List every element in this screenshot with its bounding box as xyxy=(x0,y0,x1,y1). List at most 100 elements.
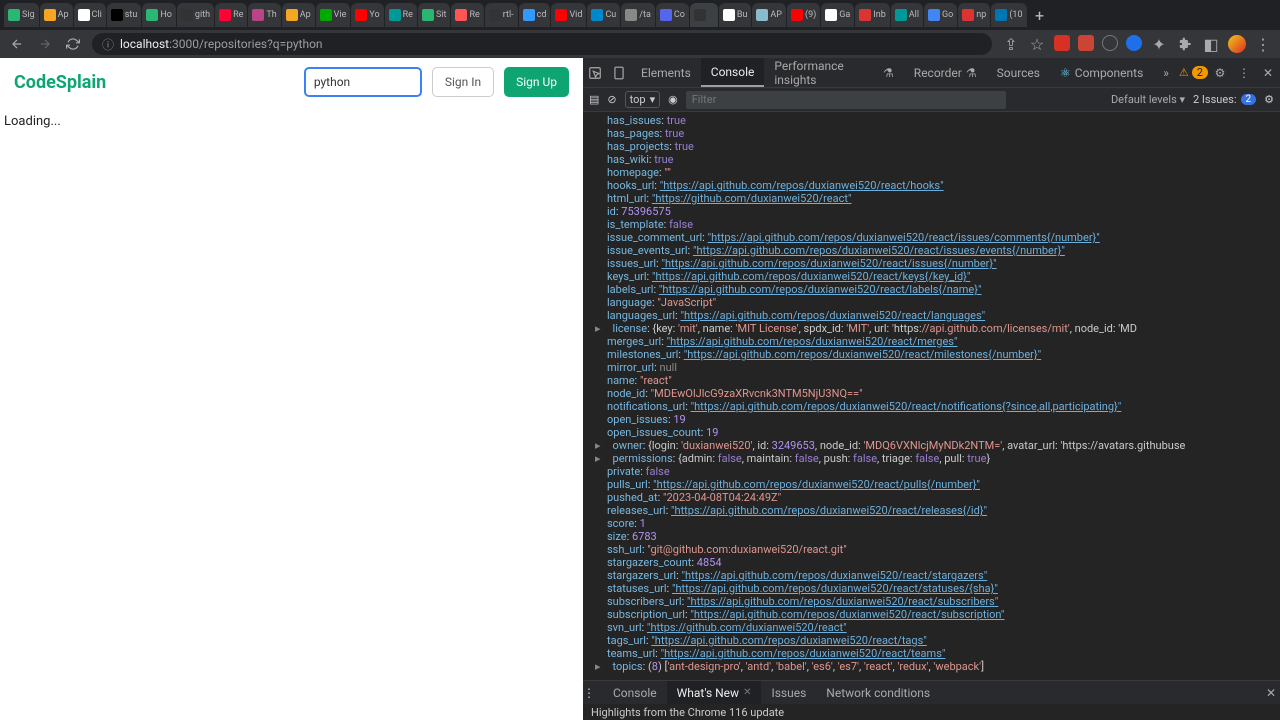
back-icon[interactable] xyxy=(8,35,26,53)
console-object-property[interactable]: size: 6783 xyxy=(607,530,1272,543)
browser-tab[interactable]: AP xyxy=(752,3,786,27)
console-object-property[interactable]: milestones_url: "https://api.github.com/… xyxy=(607,348,1272,361)
console-object-property[interactable]: subscribers_url: "https://api.github.com… xyxy=(607,595,1272,608)
console-object-property[interactable]: ▸permissions: {admin: false, maintain: f… xyxy=(607,452,1272,465)
expand-icon[interactable]: ▸ xyxy=(595,322,601,335)
browser-tab[interactable]: Re xyxy=(451,3,483,27)
console-object-property[interactable]: issue_comment_url: "https://api.github.c… xyxy=(607,231,1272,244)
console-object-property[interactable]: labels_url: "https://api.github.com/repo… xyxy=(607,283,1272,296)
signin-button[interactable]: Sign In xyxy=(432,67,494,97)
browser-tab[interactable]: Bu xyxy=(719,3,752,27)
console-object-property[interactable]: ▸license: {key: 'mit', name: 'MIT Licens… xyxy=(607,322,1272,335)
browser-tab[interactable]: Yo xyxy=(351,3,383,27)
console-object-property[interactable]: has_projects: true xyxy=(607,140,1272,153)
close-icon[interactable]: ✕ xyxy=(743,687,751,698)
console-object-property[interactable]: keys_url: "https://api.github.com/repos/… xyxy=(607,270,1272,283)
console-object-property[interactable]: has_wiki: true xyxy=(607,153,1272,166)
browser-tab[interactable] xyxy=(690,3,718,27)
browser-tab[interactable]: Vie xyxy=(316,3,351,27)
console-object-property[interactable]: merges_url: "https://api.github.com/repo… xyxy=(607,335,1272,348)
reload-icon[interactable] xyxy=(64,35,82,53)
console-object-property[interactable]: pushed_at: "2023-04-08T04:24:49Z" xyxy=(607,491,1272,504)
console-object-property[interactable]: statuses_url: "https://api.github.com/re… xyxy=(607,582,1272,595)
expand-icon[interactable]: ▸ xyxy=(595,660,601,673)
console-object-property[interactable]: svn_url: "https://github.com/duxianwei52… xyxy=(607,621,1272,634)
browser-tab[interactable]: Th xyxy=(248,3,280,27)
console-object-property[interactable]: has_issues: true xyxy=(607,114,1272,127)
console-object-property[interactable]: private: false xyxy=(607,465,1272,478)
console-object-property[interactable]: ▸topics: (8) ['ant-design-pro', 'antd', … xyxy=(607,660,1272,673)
console-object-property[interactable]: has_pages: true xyxy=(607,127,1272,140)
signup-button[interactable]: Sign Up xyxy=(504,67,569,97)
url-input[interactable]: ⓘ localhost :3000/repositories?q=python xyxy=(92,33,992,55)
browser-tab[interactable]: Ap xyxy=(40,3,73,27)
console-object-property[interactable]: teams_url: "https://api.github.com/repos… xyxy=(607,647,1272,660)
browser-tab[interactable]: Cu xyxy=(587,3,620,27)
console-object-property[interactable]: notifications_url: "https://api.github.c… xyxy=(607,400,1272,413)
browser-tab[interactable]: stu xyxy=(107,3,142,27)
extensions-icon[interactable] xyxy=(1176,35,1194,53)
browser-tab[interactable]: /ta xyxy=(621,3,655,27)
ext-icon[interactable] xyxy=(1102,35,1118,51)
browser-tab[interactable]: cd xyxy=(519,3,551,27)
tab-components[interactable]: ⚛ Components xyxy=(1050,58,1153,87)
browser-tab[interactable]: Cli xyxy=(74,3,106,27)
kebab-icon[interactable]: ⋮ xyxy=(583,686,603,700)
ext-icon[interactable] xyxy=(1054,35,1070,51)
console-object-property[interactable]: hooks_url: "https://api.github.com/repos… xyxy=(607,179,1272,192)
menu-icon[interactable]: ⋮ xyxy=(1254,35,1272,53)
console-object-property[interactable]: pulls_url: "https://api.github.com/repos… xyxy=(607,478,1272,491)
browser-tab[interactable]: (10 xyxy=(991,3,1026,27)
context-selector[interactable]: top ▾ xyxy=(625,91,660,108)
tab-more[interactable]: » xyxy=(1153,58,1179,87)
browser-tab[interactable]: Sig xyxy=(4,3,39,27)
browser-tab[interactable]: Re xyxy=(215,3,247,27)
console-object-property[interactable]: node_id: "MDEwOlJlcG9zaXRvcnk3NTM5NjU3NQ… xyxy=(607,387,1272,400)
browser-tab[interactable]: gith xyxy=(177,3,214,27)
console-object-property[interactable]: ssh_url: "git@github.com:duxianwei520/re… xyxy=(607,543,1272,556)
ext-icon[interactable] xyxy=(1126,35,1142,51)
drawer-tab-issues[interactable]: Issues xyxy=(761,681,816,704)
console-object-property[interactable]: issue_events_url: "https://api.github.co… xyxy=(607,244,1272,257)
drawer-tab-network-conditions[interactable]: Network conditions xyxy=(816,681,940,704)
new-tab-button[interactable]: + xyxy=(1028,3,1052,27)
console-object-property[interactable]: score: 1 xyxy=(607,517,1272,530)
browser-tab[interactable]: Sit xyxy=(418,3,450,27)
forward-icon[interactable] xyxy=(36,35,54,53)
console-object-property[interactable]: tags_url: "https://api.github.com/repos/… xyxy=(607,634,1272,647)
console-object-property[interactable]: issues_url: "https://api.github.com/repo… xyxy=(607,257,1272,270)
tab-console[interactable]: Console xyxy=(701,58,765,87)
console-object-property[interactable]: language: "JavaScript" xyxy=(607,296,1272,309)
ext-icon[interactable]: ✦ xyxy=(1150,35,1168,53)
browser-tab[interactable]: Ho xyxy=(142,3,176,27)
console-object-property[interactable]: is_template: false xyxy=(607,218,1272,231)
console-object-property[interactable]: open_issues_count: 19 xyxy=(607,426,1272,439)
search-input[interactable] xyxy=(304,67,422,97)
clear-icon[interactable]: ⊘ xyxy=(607,93,616,106)
expand-icon[interactable]: ▸ xyxy=(595,439,601,452)
profile-icon[interactable] xyxy=(1228,35,1246,53)
warnings-badge[interactable]: ⚠ 2 xyxy=(1179,66,1208,79)
tab-recorder[interactable]: Recorder ⚗ xyxy=(904,58,987,87)
console-object-property[interactable]: stargazers_count: 4854 xyxy=(607,556,1272,569)
browser-tab[interactable]: All xyxy=(891,3,923,27)
console-object-property[interactable]: subscription_url: "https://api.github.co… xyxy=(607,608,1272,621)
tab-sources[interactable]: Sources xyxy=(987,58,1050,87)
gear-icon[interactable]: ⚙ xyxy=(1264,93,1274,106)
kebab-icon[interactable]: ⋮ xyxy=(1232,66,1256,80)
drawer-tab-whats-new[interactable]: What's New ✕ xyxy=(667,681,762,704)
app-logo[interactable]: CodeSplain xyxy=(14,72,106,93)
gear-icon[interactable]: ⚙ xyxy=(1208,66,1232,80)
expand-icon[interactable]: ▸ xyxy=(595,452,601,465)
ext-icon[interactable] xyxy=(1078,35,1094,51)
console-object-property[interactable]: mirror_url: null xyxy=(607,361,1272,374)
close-icon[interactable]: ✕ xyxy=(1256,66,1280,80)
browser-tab[interactable]: Re xyxy=(385,3,417,27)
browser-tab[interactable]: rtl- xyxy=(485,3,518,27)
issues-counter[interactable]: 2 Issues: 2 xyxy=(1193,93,1256,106)
device-icon[interactable] xyxy=(607,66,631,80)
console-object-property[interactable]: name: "react" xyxy=(607,374,1272,387)
browser-tab[interactable]: (9) xyxy=(787,3,820,27)
close-icon[interactable]: ✕ xyxy=(1262,686,1280,700)
console-output[interactable]: has_issues: truehas_pages: truehas_proje… xyxy=(583,112,1280,680)
